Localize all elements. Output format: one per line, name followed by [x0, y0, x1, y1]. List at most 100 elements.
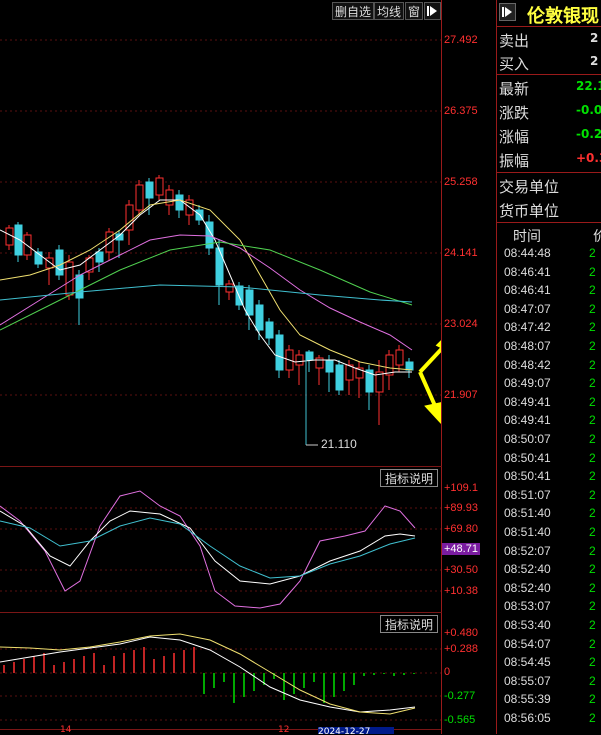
tick-time: 08:52:07: [504, 543, 551, 558]
tick-time: 08:48:07: [504, 339, 551, 353]
tick-time: 08:51:40: [504, 506, 551, 521]
tick-time: 08:49:41: [504, 394, 551, 409]
tick-time: 08:55:39: [504, 692, 551, 707]
tick-row: 08:55:39 2: [497, 692, 601, 710]
price-axis-label: 26.375: [444, 105, 478, 117]
price-axis-label: 21.907: [444, 389, 478, 401]
quote-label: 涨跌: [499, 104, 530, 122]
macd-axis-label: +0.288: [444, 643, 478, 655]
kdj-chart: [0, 490, 441, 609]
candle: [245, 289, 254, 316]
price-chart: [0, 39, 441, 446]
tick-price: 2: [589, 413, 596, 428]
axis-border: [441, 0, 442, 734]
tick-price: 2: [589, 599, 596, 614]
tick-row: 08:49:41 2: [497, 395, 601, 413]
chart-area[interactable]: 删自选 均线 窗 27.492 26.375 25.258 24.141 23.…: [0, 0, 497, 735]
macd-axis-label: -0.277: [444, 690, 476, 702]
tick-row: 08:51:40 2: [497, 506, 601, 524]
tick-row: 08:49:07 2: [497, 376, 601, 394]
quote-row-trade-unit: 交易单位: [497, 174, 601, 198]
tick-price: 2: [589, 580, 596, 595]
candle: [165, 189, 174, 206]
tick-row: 08:56:05 2: [497, 711, 601, 729]
play-icon[interactable]: [499, 3, 516, 21]
candle: [155, 177, 164, 196]
tick-time: 08:53:07: [504, 599, 551, 614]
candle: [335, 364, 344, 391]
tick-time: 08:51:07: [504, 487, 551, 502]
tick-price: 2: [589, 432, 596, 446]
price-axis-label: 25.258: [444, 176, 478, 188]
tick-row: 08:50:07 2: [497, 432, 601, 450]
tick-price: 2: [589, 320, 596, 335]
quote-label: 涨幅: [499, 128, 530, 146]
quote-row-change: 涨跌 -0.0: [497, 100, 601, 124]
quote-value: 22.1: [576, 79, 601, 93]
tick-row: 08:54:07 2: [497, 637, 601, 655]
tick-price: 2: [589, 655, 596, 670]
tick-time: 08:47:42: [504, 320, 551, 335]
tick-row: 08:47:07 2: [497, 302, 601, 320]
tick-time: 08:49:07: [504, 376, 551, 391]
kdj-axis-label: +89.93: [444, 502, 478, 514]
candle: [265, 321, 274, 339]
quote-label: 卖出: [499, 32, 530, 50]
tick-list[interactable]: 08:44:48 2 08:46:41 2 08:46:41 2 08:47:07 2 08:4…: [497, 246, 601, 734]
price-axis-label: 24.141: [444, 247, 478, 259]
tick-price: 2: [589, 673, 596, 688]
candle: [14, 224, 23, 256]
tick-time: 08:56:05: [504, 711, 551, 725]
tick-price: 2: [589, 487, 596, 502]
kdj-current-value: +48.71: [442, 543, 480, 555]
tick-price: 2: [589, 692, 596, 707]
quote-value: -0.0: [576, 103, 601, 117]
tick-row: 08:46:41 2: [497, 265, 601, 283]
kdj-axis-label: +10.38: [444, 585, 478, 597]
divider: [497, 26, 601, 27]
tick-time: 08:50:07: [504, 432, 551, 446]
tick-price: 2: [589, 376, 596, 391]
quote-row-amplitude: 振幅 +0.3: [497, 148, 601, 172]
kdj-axis-label: +69.80: [444, 523, 478, 535]
price-axis-label: 27.492: [444, 34, 478, 46]
candle: [325, 359, 334, 373]
quote-row-bid: 买入 2: [497, 51, 601, 75]
tick-price: 2: [589, 543, 596, 558]
candle: [45, 257, 54, 269]
tick-time: 08:46:41: [504, 283, 551, 298]
tick-row: 08:51:07 2: [497, 488, 601, 506]
tick-row: 08:46:41 2: [497, 283, 601, 301]
tick-price: 2: [589, 283, 596, 298]
tick-row: 08:55:07 2: [497, 674, 601, 692]
tick-time: 08:53:40: [504, 618, 551, 632]
date-cursor-box: 2024-12-27: [318, 727, 394, 734]
tick-time: 08:50:41: [504, 450, 551, 465]
tick-price: 2: [589, 246, 596, 260]
candle: [305, 351, 314, 361]
ticks-header-price: 价: [593, 229, 601, 245]
candle: [55, 249, 64, 276]
candle: [95, 251, 104, 263]
macd-axis-label: +0.480: [444, 627, 478, 639]
quote-label: 买入: [499, 55, 530, 73]
tick-time: 08:52:40: [504, 580, 551, 595]
ticks-header-time: 时间: [513, 229, 541, 245]
price-axis-label: 23.024: [444, 318, 478, 330]
divider: [497, 222, 601, 223]
candle: [125, 204, 134, 231]
tick-time: 08:54:45: [504, 655, 551, 670]
quote-value: +0.3: [576, 151, 601, 165]
candle: [295, 354, 304, 366]
candle: [255, 304, 264, 331]
tick-row: 08:47:42 2: [497, 320, 601, 338]
tick-time: 08:50:41: [504, 469, 551, 484]
low-price-label: 21.110: [321, 437, 357, 451]
divider: [497, 74, 601, 75]
tick-row: 08:49:41 2: [497, 413, 601, 431]
kdj-axis-label: +109.1: [444, 482, 478, 494]
tick-price: 2: [589, 357, 596, 372]
tick-price: 2: [589, 618, 596, 632]
tick-row: 08:52:40 2: [497, 581, 601, 599]
tick-price: 2: [589, 525, 596, 539]
